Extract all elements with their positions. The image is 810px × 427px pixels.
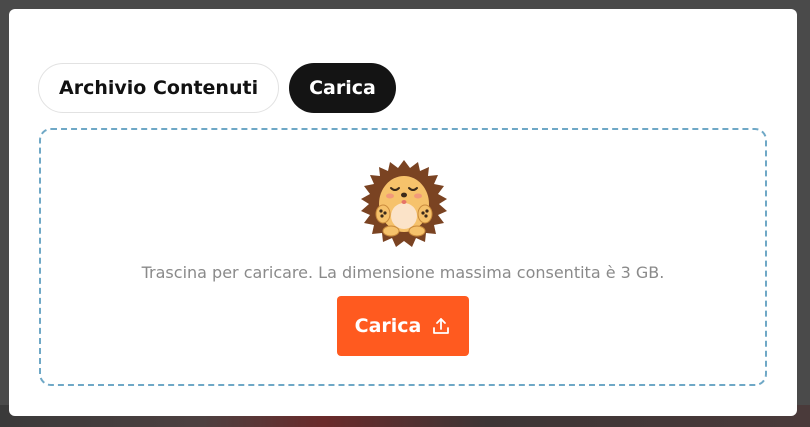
tab-label: Carica [309,77,376,99]
hedgehog-mascot-icon [361,160,447,247]
upload-icon [433,318,450,334]
upload-button-label: Carica [354,315,422,337]
upload-dropzone[interactable]: Trascina per caricare. La dimensione mas… [39,128,767,386]
tab-content-archive[interactable]: Archivio Contenuti [38,63,280,113]
upload-modal: Archivio Contenuti Carica Trascina per c… [9,9,797,416]
upload-hint-text: Trascina per caricare. La dimensione mas… [141,263,665,282]
tab-bar: Archivio Contenuti Carica [38,63,396,113]
tab-upload[interactable]: Carica [289,63,396,113]
tab-label: Archivio Contenuti [59,77,259,99]
upload-button[interactable]: Carica [337,296,469,356]
